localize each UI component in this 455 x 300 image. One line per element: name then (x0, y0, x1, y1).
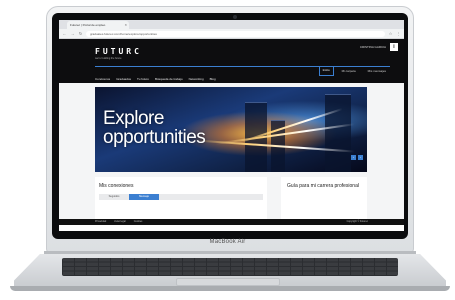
browser-tab[interactable]: Futurec | Portal de empleo ✕ (67, 21, 129, 29)
nav-item-networking[interactable]: Networking (189, 77, 204, 81)
copyright: Copyright © Futurec (346, 220, 368, 223)
tab-title: Futurec | Portal de empleo (70, 23, 106, 27)
nav-item-graduados[interactable]: Graduados (116, 77, 131, 81)
page-content: Explore opportunities ‹ › Mis conexiones… (59, 83, 404, 225)
connections-tabs: Seguidos Mensaje (99, 194, 263, 200)
star-icon[interactable]: ☆ (388, 31, 393, 36)
forward-icon[interactable]: → (70, 31, 75, 36)
nav-item-tu-futuro[interactable]: Tu futuro (137, 77, 149, 81)
tab-seguidos[interactable]: Seguidos (99, 194, 129, 200)
footer-link-aviso-legal[interactable]: Aviso legal (114, 220, 126, 223)
back-icon[interactable]: ← (62, 31, 67, 36)
menu-icon[interactable]: ⋮ (396, 31, 401, 36)
hero-headline: Explore opportunities (103, 108, 206, 148)
laptop-base-edge (10, 286, 450, 291)
nav-item-busqueda[interactable]: Búsqueda de trabajo (155, 77, 183, 81)
footer-link-cookies[interactable]: Cookies (134, 220, 143, 223)
hero-headline-line1: Explore (103, 108, 164, 129)
site-tagline: we're building the future (95, 57, 122, 60)
top-link-mi-carpeta[interactable]: Mi carpeta (338, 66, 360, 76)
nav-item-blog[interactable]: Blog (210, 77, 216, 81)
connections-title: Mis conexiones (99, 183, 134, 189)
browser-screen: Futurec | Portal de empleo ✕ ← → ↻ gradu… (59, 20, 404, 231)
close-icon[interactable]: ✕ (124, 23, 127, 27)
laptop-brand-label: MacBook Air (209, 239, 246, 245)
chevron-right-icon[interactable]: › (358, 155, 363, 160)
footer-links: Privacidad Aviso legal Cookies (95, 220, 142, 223)
top-link-mis-mensajes[interactable]: Mis mensajes (364, 66, 390, 76)
top-links: Inicio Mi carpeta Mis mensajes (318, 66, 390, 76)
address-bar: ← → ↻ graduates.futurec.com/home/explore… (59, 29, 404, 39)
footer-link-privacidad[interactable]: Privacidad (95, 220, 106, 223)
site-logo[interactable]: FUTURC (95, 47, 142, 56)
tab-mensaje[interactable]: Mensaje (129, 194, 159, 200)
site-footer: Privacidad Aviso legal Cookies Copyright… (59, 219, 404, 225)
chevron-left-icon[interactable]: ‹ (351, 155, 356, 160)
hero-banner[interactable]: Explore opportunities ‹ › (95, 87, 367, 172)
main-nav: Conócenos Graduados Tu futuro Búsqueda d… (95, 77, 216, 81)
hero-headline-line2: opportunities (103, 127, 206, 148)
hero-building (325, 94, 351, 172)
trackpad (176, 278, 280, 286)
camera-icon (233, 15, 237, 19)
site-header: FUTURC we're building the future CRISTIN… (59, 39, 404, 83)
laptop-scene: Futurec | Portal de empleo ✕ ← → ↻ gradu… (0, 0, 455, 300)
avatar[interactable]: i (390, 43, 398, 51)
reload-icon[interactable]: ↻ (78, 31, 83, 36)
browser-tabbar: Futurec | Portal de empleo ✕ (59, 20, 404, 29)
top-link-inicio[interactable]: Inicio (318, 66, 334, 76)
url-input[interactable]: graduates.futurec.com/home/explore/oppor… (86, 30, 385, 37)
career-guide-card[interactable]: Guía para mi carrera profesional (281, 177, 367, 225)
nav-item-conocenos[interactable]: Conócenos (95, 77, 110, 81)
user-name[interactable]: CRISTINA GARCIA (360, 45, 386, 49)
career-guide-title: Guía para mi carrera profesional (287, 183, 359, 189)
keyboard (62, 258, 398, 276)
connections-card: Mis conexiones Seguidos Mensaje (95, 177, 267, 225)
